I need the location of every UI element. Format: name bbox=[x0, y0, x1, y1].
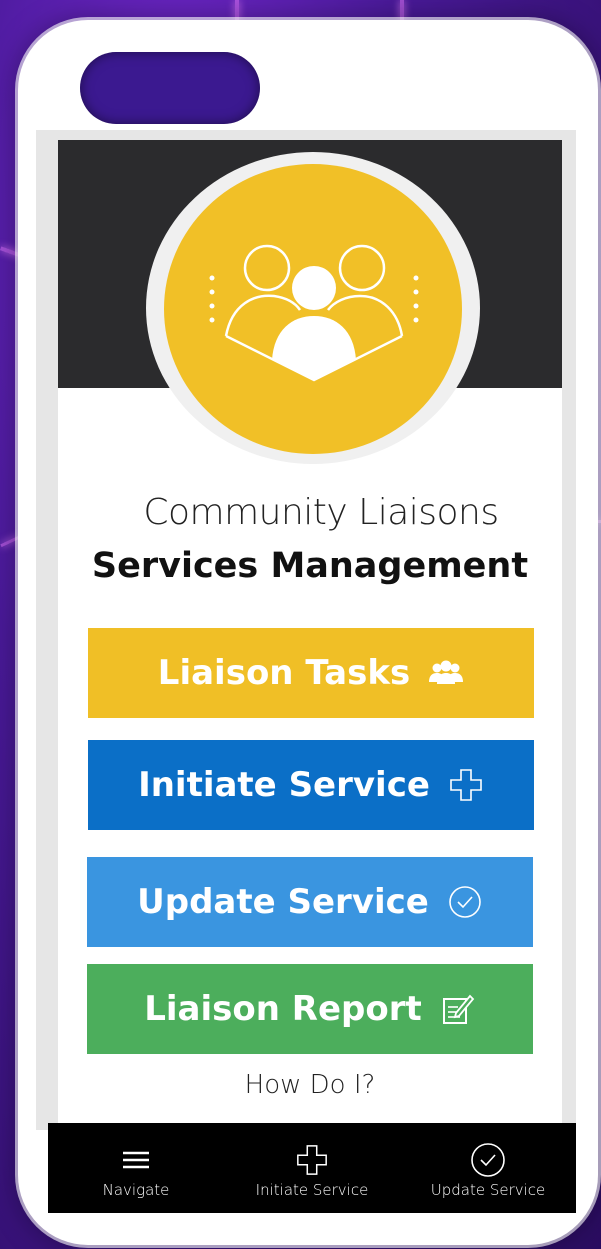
nav-label-initiate-service: Initiate Service bbox=[255, 1181, 369, 1199]
liaison-tasks-label: Liaison Tasks bbox=[157, 653, 411, 693]
liaison-report-button[interactable]: Liaison Report bbox=[87, 964, 533, 1054]
app-title-line2: Services Management bbox=[91, 546, 529, 586]
update-service-button[interactable]: Update Service bbox=[87, 857, 533, 947]
bottom-navigation-bar: Navigate Initiate Service Update Service bbox=[48, 1123, 576, 1213]
liaison-tasks-button[interactable]: Liaison Tasks bbox=[88, 628, 534, 718]
check-circle-icon bbox=[470, 1143, 506, 1177]
nav-item-initiate-service[interactable]: Initiate Service bbox=[224, 1123, 400, 1213]
how-do-i-link[interactable]: How Do I? bbox=[58, 1070, 562, 1100]
background-glow-line bbox=[235, 0, 239, 22]
users-icon bbox=[428, 660, 464, 686]
initiate-service-button[interactable]: Initiate Service bbox=[88, 740, 534, 830]
community-group-icon bbox=[164, 164, 462, 454]
plus-outline-icon bbox=[295, 1143, 329, 1177]
check-circle-icon bbox=[447, 884, 483, 920]
update-service-label: Update Service bbox=[137, 882, 429, 922]
nav-item-navigate[interactable]: Navigate bbox=[48, 1123, 224, 1213]
liaison-report-label: Liaison Report bbox=[144, 989, 422, 1029]
nav-label-update-service: Update Service bbox=[430, 1181, 546, 1199]
nav-label-navigate: Navigate bbox=[102, 1181, 170, 1199]
plus-outline-icon bbox=[448, 767, 484, 803]
nav-item-update-service[interactable]: Update Service bbox=[400, 1123, 576, 1213]
initiate-service-label: Initiate Service bbox=[138, 765, 430, 805]
app-screen: Community Liaisons Services Management L… bbox=[58, 140, 562, 1140]
background-glow-line bbox=[0, 535, 20, 548]
phone-camera-notch bbox=[80, 52, 260, 124]
edit-document-icon bbox=[440, 991, 476, 1027]
background-glow-line bbox=[400, 0, 404, 22]
hamburger-menu-icon bbox=[122, 1143, 150, 1177]
app-title-line1: Community Liaisons bbox=[143, 492, 499, 533]
